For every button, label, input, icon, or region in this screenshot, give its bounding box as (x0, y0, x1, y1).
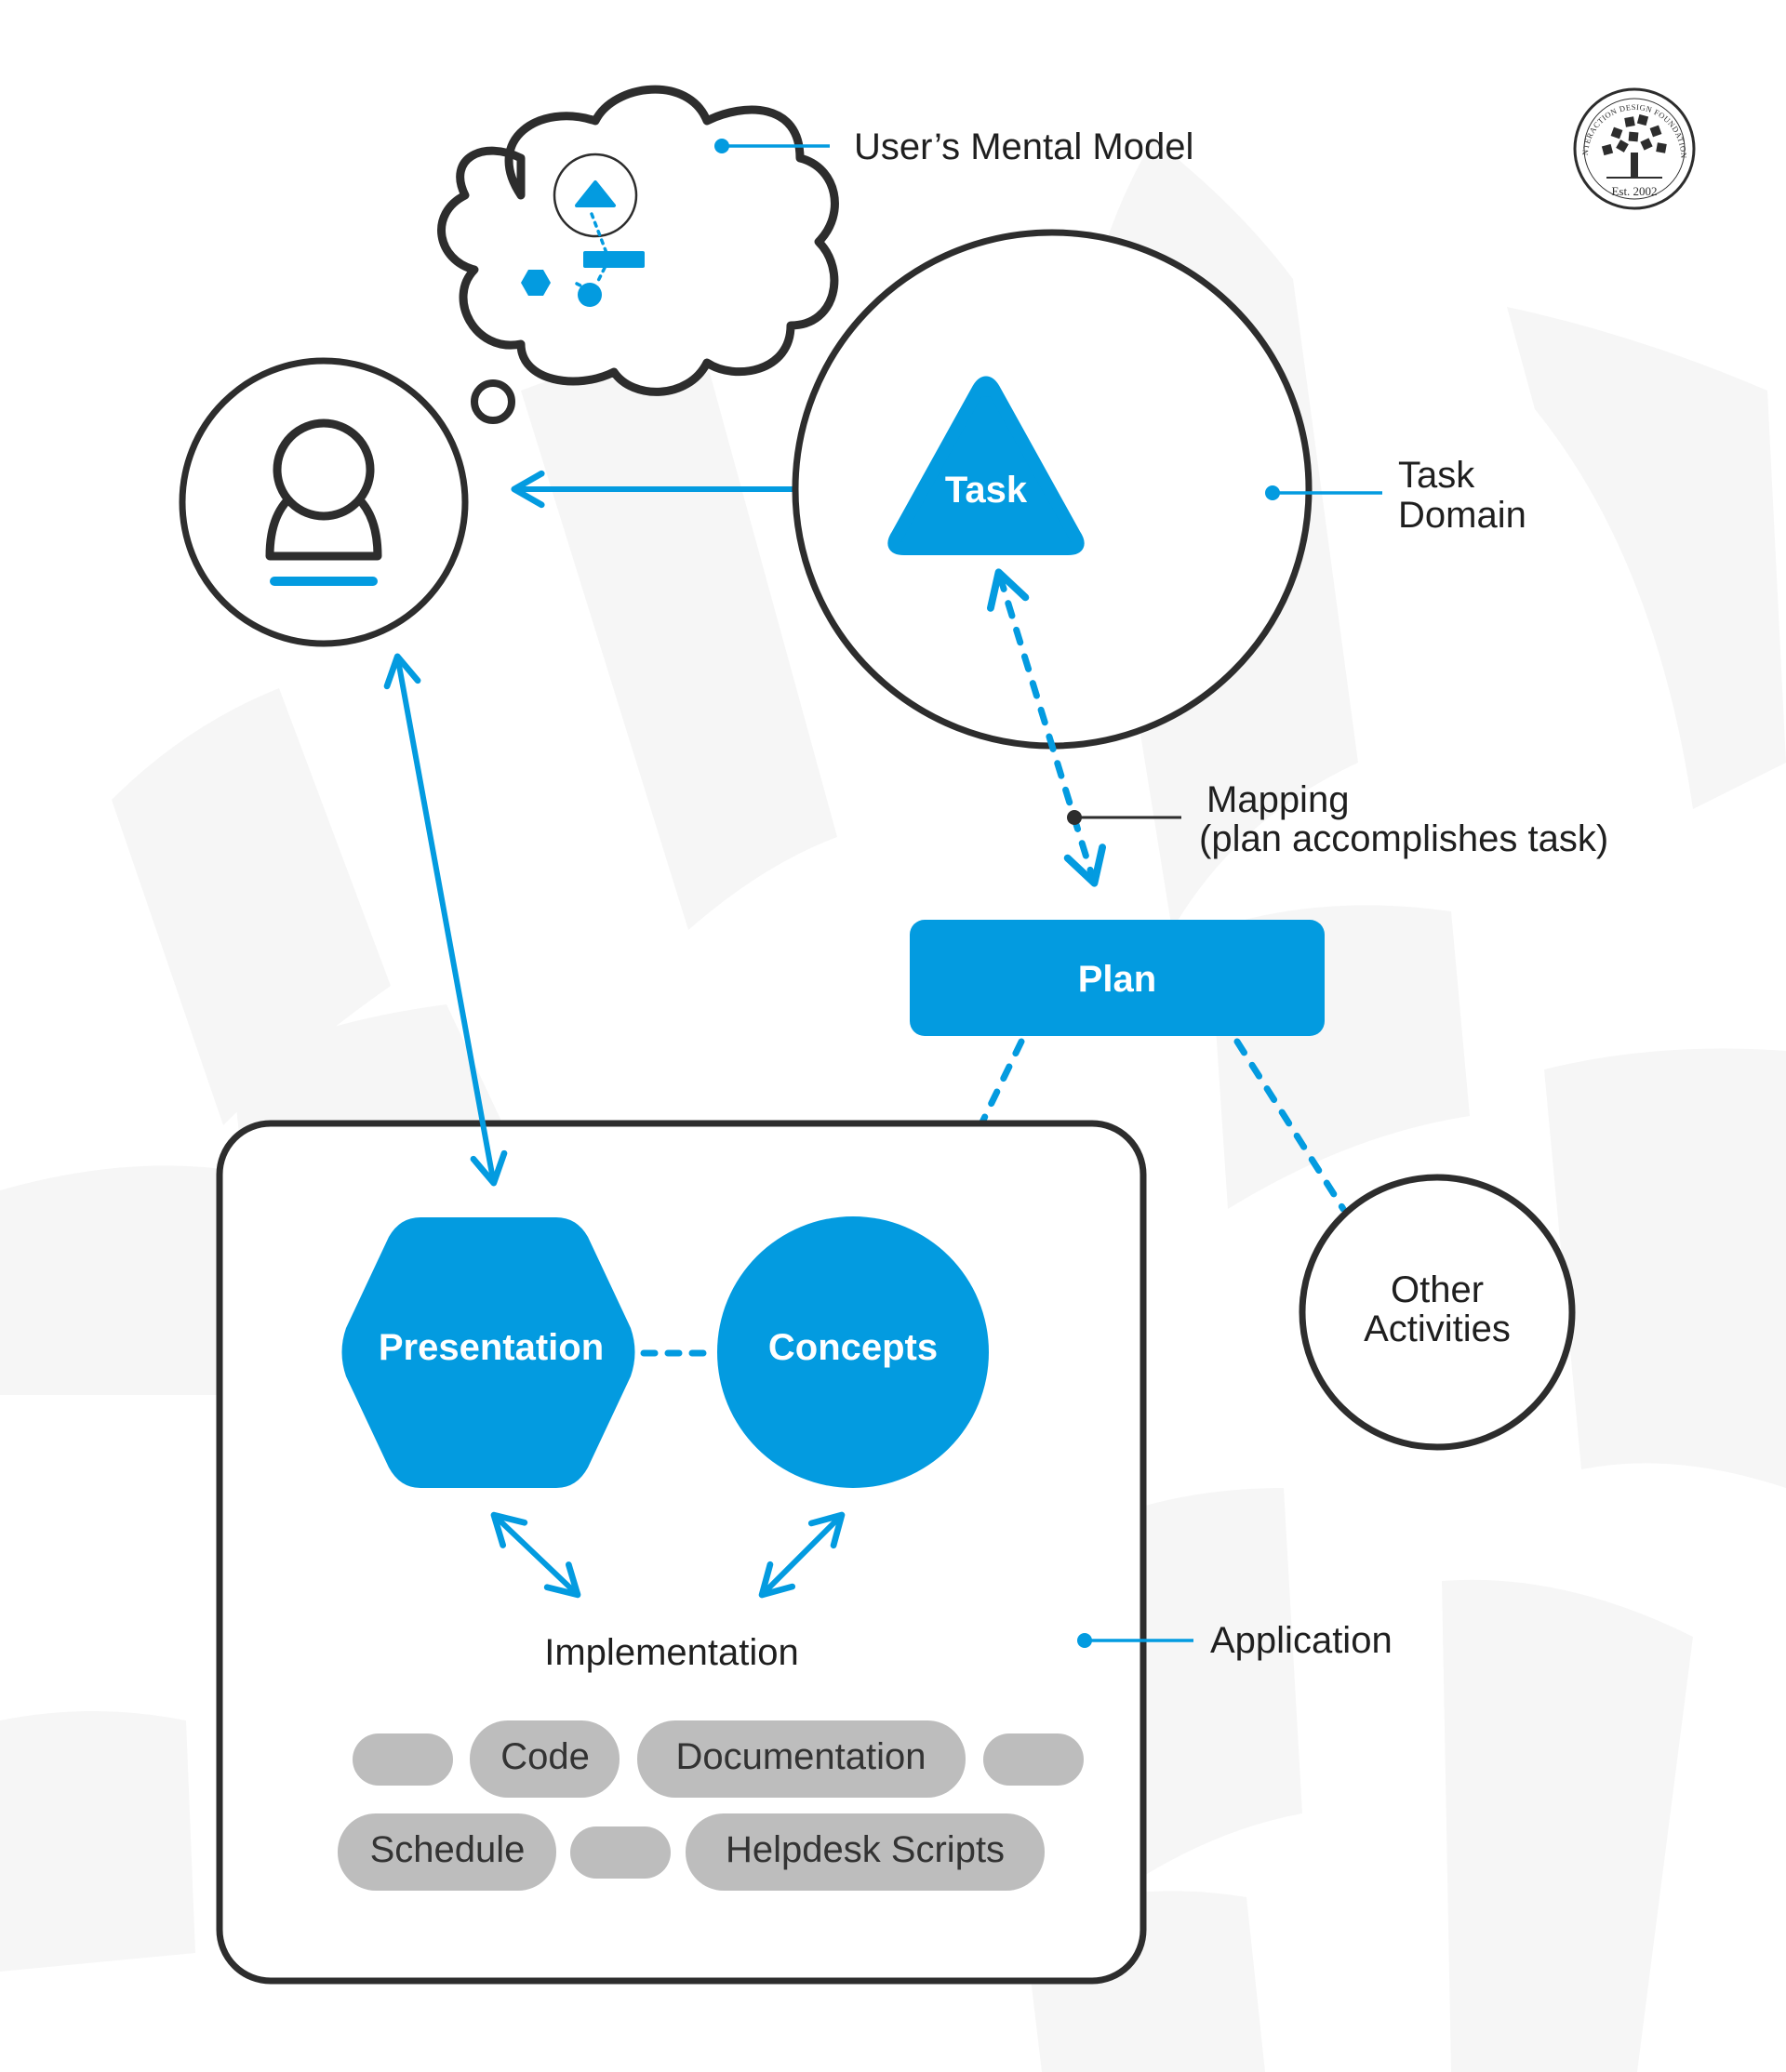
logo-established: Est. 2002 (1611, 184, 1657, 198)
implementation-pill-helpdesk-scripts: Helpdesk Scripts (686, 1813, 1045, 1891)
implementation-pill-code: Code (470, 1720, 620, 1798)
mapping-label-line1: Mapping (1206, 779, 1349, 820)
presentation-label: Presentation (379, 1327, 604, 1368)
diagram-canvas: Est. 2002 INTERACTION DESIGN FOUNDATION … (0, 85, 1786, 2072)
mapping-label-line2: (plan accomplishes task) (1199, 818, 1608, 859)
mental-model-label: User’s Mental Model (854, 126, 1193, 167)
plan-node[interactable]: Plan (910, 920, 1325, 1036)
task-label: Task (945, 470, 1028, 511)
task-domain-label-line2: Domain (1398, 495, 1526, 536)
user-node[interactable] (179, 357, 469, 647)
presentation-node[interactable]: Presentation (341, 1217, 635, 1488)
svg-text:Documentation: Documentation (675, 1736, 926, 1777)
application-label: Application (1210, 1620, 1393, 1661)
user-icon (265, 418, 382, 586)
plan-label: Plan (1078, 959, 1156, 1000)
implementation-pill-blank (570, 1826, 671, 1879)
idf-logo: Est. 2002 INTERACTION DESIGN FOUNDATION (1573, 87, 1696, 210)
other-activities-line2: Activities (1364, 1308, 1511, 1349)
mental-model-cloud (437, 85, 839, 424)
other-activities-line1: Other (1391, 1269, 1484, 1310)
implementation-label: Implementation (544, 1632, 798, 1673)
svg-text:Helpdesk Scripts: Helpdesk Scripts (726, 1829, 1005, 1870)
implementation-pill-documentation: Documentation (637, 1720, 966, 1798)
concepts-label: Concepts (768, 1327, 938, 1368)
svg-text:Schedule: Schedule (370, 1829, 526, 1870)
other-activities-node[interactable]: Other Activities (1299, 1174, 1576, 1451)
task-domain-label-line1: Task (1398, 455, 1475, 496)
concepts-node[interactable]: Concepts (717, 1216, 989, 1488)
implementation-pill-blank (983, 1733, 1084, 1786)
implementation-pill-blank (353, 1733, 453, 1786)
svg-text:Code: Code (500, 1736, 590, 1777)
implementation-pill-schedule: Schedule (338, 1813, 556, 1891)
